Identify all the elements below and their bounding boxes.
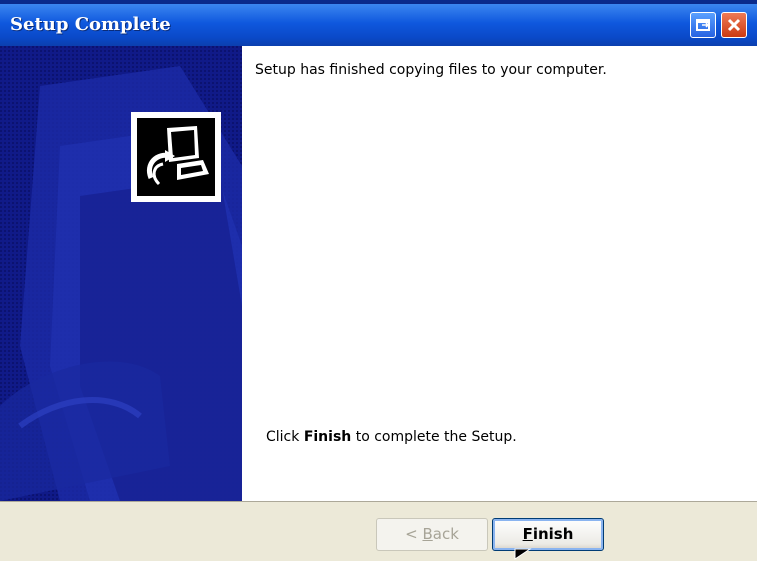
title-bar[interactable]: Setup Complete xyxy=(0,4,757,47)
finish-rest: inish xyxy=(532,525,574,543)
button-bar: < Back Finish xyxy=(0,501,757,561)
back-prefix: < xyxy=(405,525,423,543)
finish-button[interactable]: Finish xyxy=(492,518,604,551)
close-button[interactable] xyxy=(721,12,747,38)
instruction-prefix: Click xyxy=(266,429,304,445)
close-icon xyxy=(727,18,741,32)
content-area: Setup has finished copying files to your… xyxy=(242,46,757,501)
back-rest: ack xyxy=(432,525,459,543)
setup-dialog: Setup Complete Setup has finished copyin… xyxy=(0,4,757,561)
completion-message: Setup has finished copying files to your… xyxy=(255,62,607,78)
finish-instruction: Click Finish to complete the Setup. xyxy=(266,429,517,445)
restore-button[interactable] xyxy=(690,12,716,38)
finish-hotkey: F xyxy=(522,525,533,543)
instruction-finish-word: Finish xyxy=(303,429,352,445)
restore-icon xyxy=(696,19,710,31)
window-title: Setup Complete xyxy=(10,14,171,35)
mouse-cursor-icon xyxy=(514,548,532,560)
computer-setup-icon xyxy=(131,112,221,202)
side-banner xyxy=(0,46,242,501)
back-button[interactable]: < Back xyxy=(376,518,488,551)
back-hotkey: B xyxy=(422,525,433,543)
instruction-suffix: to complete the Setup. xyxy=(351,429,517,445)
